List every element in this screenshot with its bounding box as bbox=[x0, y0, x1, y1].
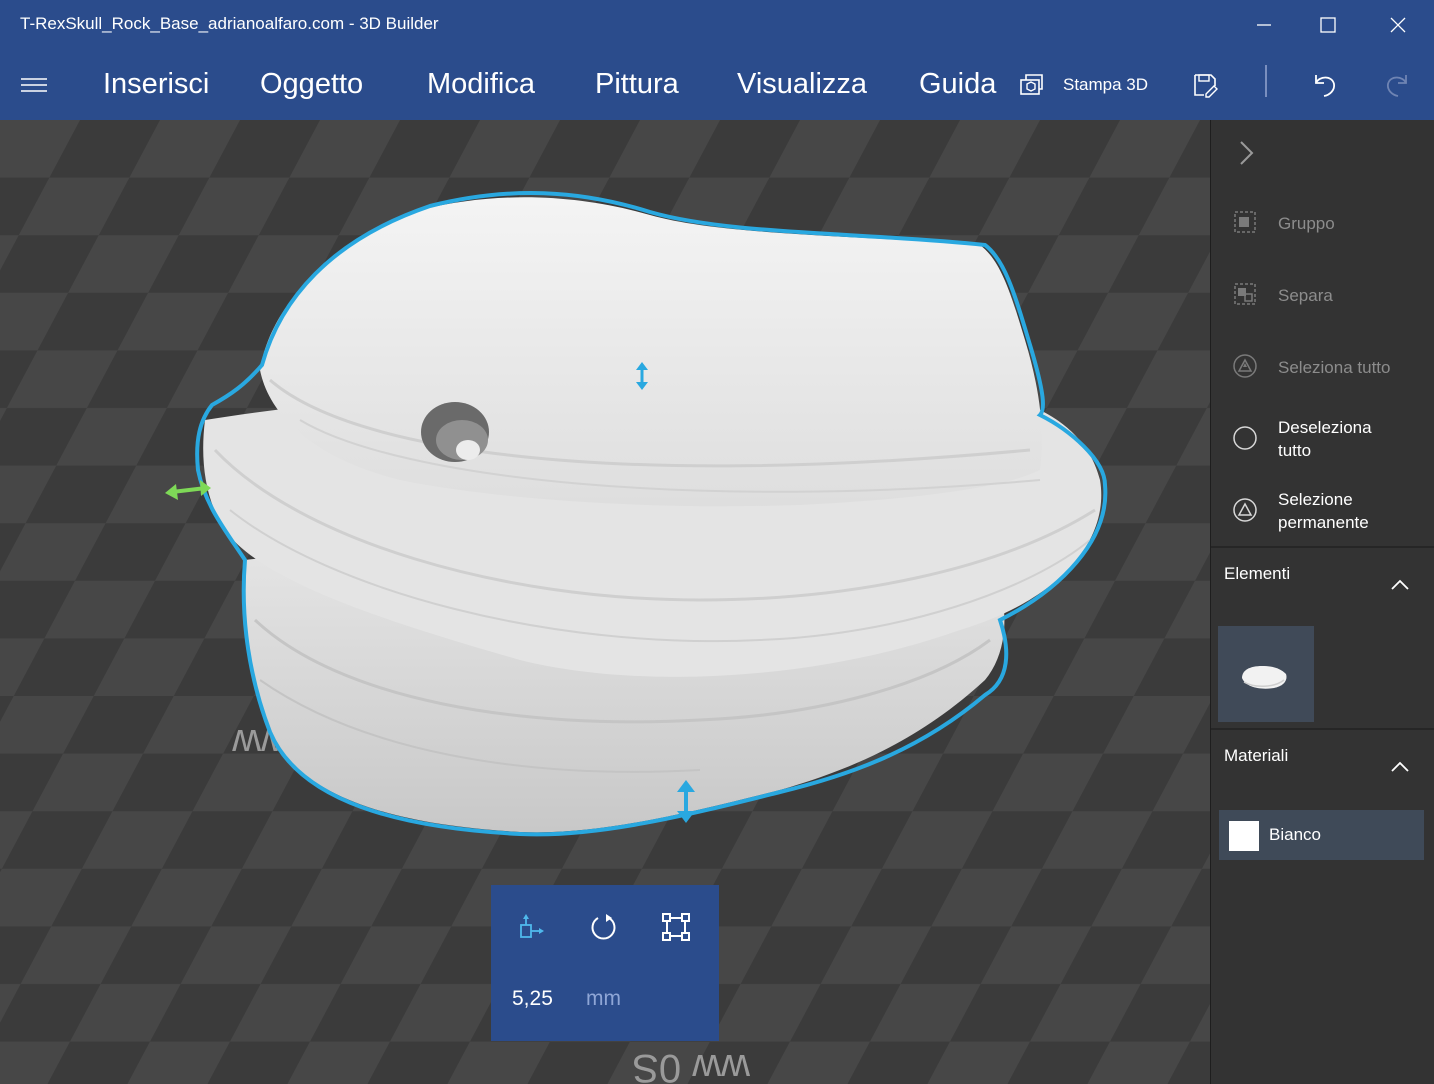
redo-button[interactable] bbox=[1380, 68, 1414, 102]
materials-collapse-caret-icon[interactable] bbox=[1389, 760, 1411, 774]
deselect-all-icon bbox=[1233, 426, 1257, 450]
material-label: Bianco bbox=[1269, 825, 1321, 844]
material-color-swatch bbox=[1229, 821, 1259, 851]
menu-guida[interactable]: Guida bbox=[919, 68, 996, 101]
hamburger-icon bbox=[21, 78, 47, 92]
separate-icon bbox=[1234, 283, 1256, 305]
panel-divider bbox=[1211, 546, 1434, 548]
menu-pittura[interactable]: Pittura bbox=[595, 68, 679, 101]
group-button[interactable]: Gruppo bbox=[1211, 192, 1434, 252]
sticky-selection-button[interactable]: Selezione permanente bbox=[1211, 480, 1434, 540]
elements-collapse-caret-icon[interactable] bbox=[1389, 578, 1411, 592]
select-all-button[interactable]: Seleziona tutto bbox=[1211, 336, 1434, 396]
print3d-button[interactable] bbox=[1016, 70, 1046, 100]
select-all-label: Seleziona tutto bbox=[1278, 358, 1391, 377]
deselect-all-button[interactable]: Deseleziona tutto bbox=[1211, 408, 1434, 468]
sticky-selection-label-line2: permanente bbox=[1278, 513, 1369, 532]
group-label: Gruppo bbox=[1278, 214, 1335, 233]
separate-label: Separa bbox=[1278, 286, 1333, 305]
hamburger-menu-button[interactable] bbox=[14, 68, 54, 102]
redo-icon bbox=[1386, 75, 1407, 97]
sticky-selection-label-line1: Selezione bbox=[1278, 490, 1353, 509]
rotate-icon bbox=[591, 914, 616, 940]
close-icon bbox=[1390, 17, 1406, 33]
collapse-panel-chevron-icon[interactable] bbox=[1233, 138, 1259, 168]
move-icon bbox=[520, 914, 544, 938]
menu-bar: Inserisci Oggetto Modifica Pittura Visua… bbox=[0, 50, 1434, 120]
deselect-all-label-line1: Deseleziona bbox=[1278, 418, 1372, 437]
sticky-selection-label: Selezione permanente bbox=[1278, 488, 1369, 534]
menu-inserisci[interactable]: Inserisci bbox=[103, 68, 209, 101]
print3d-label[interactable]: Stampa 3D bbox=[1063, 75, 1148, 95]
select-all-icon bbox=[1233, 354, 1257, 378]
undo-button[interactable] bbox=[1308, 68, 1342, 102]
print3d-icon bbox=[1020, 74, 1043, 95]
scale-icon bbox=[662, 913, 690, 941]
3d-viewport[interactable]: ww ww 0S 5,25 mm bbox=[0, 120, 1210, 1084]
materials-section-title: Materiali bbox=[1224, 746, 1289, 765]
window-title: T-RexSkull_Rock_Base_adrianoalfaro.com -… bbox=[20, 14, 439, 33]
save-button[interactable] bbox=[1190, 70, 1220, 100]
rock-thumbnail-icon bbox=[1242, 666, 1287, 689]
element-thumbnail[interactable] bbox=[1218, 626, 1314, 722]
menu-modifica[interactable]: Modifica bbox=[427, 68, 535, 101]
minimize-icon bbox=[1257, 24, 1271, 26]
grid-label-2: ww 0S bbox=[632, 1046, 751, 1084]
elements-section-title: Elementi bbox=[1224, 564, 1291, 583]
panel-divider-2 bbox=[1211, 728, 1434, 730]
rotate-mode-button[interactable] bbox=[588, 911, 620, 943]
move-mode-button[interactable] bbox=[516, 911, 548, 943]
maximize-icon bbox=[1320, 17, 1336, 33]
deselect-all-label: Deseleziona tutto bbox=[1278, 416, 1372, 462]
separate-button[interactable]: Separa bbox=[1211, 264, 1434, 324]
sticky-selection-icon bbox=[1233, 498, 1257, 522]
group-icon bbox=[1234, 211, 1256, 233]
toolbar-separator bbox=[1265, 65, 1267, 97]
transform-panel: 5,25 mm bbox=[491, 885, 719, 1041]
transform-value-field[interactable]: 5,25 bbox=[512, 987, 553, 1011]
undo-icon bbox=[1315, 75, 1336, 97]
menu-visualizza[interactable]: Visualizza bbox=[737, 68, 867, 101]
deselect-all-label-line2: tutto bbox=[1278, 441, 1312, 460]
material-item-bianco[interactable]: Bianco bbox=[1219, 810, 1424, 860]
menu-oggetto[interactable]: Oggetto bbox=[260, 68, 363, 101]
maximize-button[interactable] bbox=[1294, 0, 1362, 50]
minimize-button[interactable] bbox=[1230, 0, 1298, 50]
scale-mode-button[interactable] bbox=[660, 911, 692, 943]
title-bar: T-RexSkull_Rock_Base_adrianoalfaro.com -… bbox=[0, 0, 1434, 50]
transform-unit-label: mm bbox=[586, 987, 621, 1010]
close-button[interactable] bbox=[1364, 0, 1432, 50]
right-panel: Gruppo Separa Seleziona tutto Deselezion… bbox=[1210, 120, 1434, 1084]
save-icon bbox=[1194, 74, 1218, 98]
